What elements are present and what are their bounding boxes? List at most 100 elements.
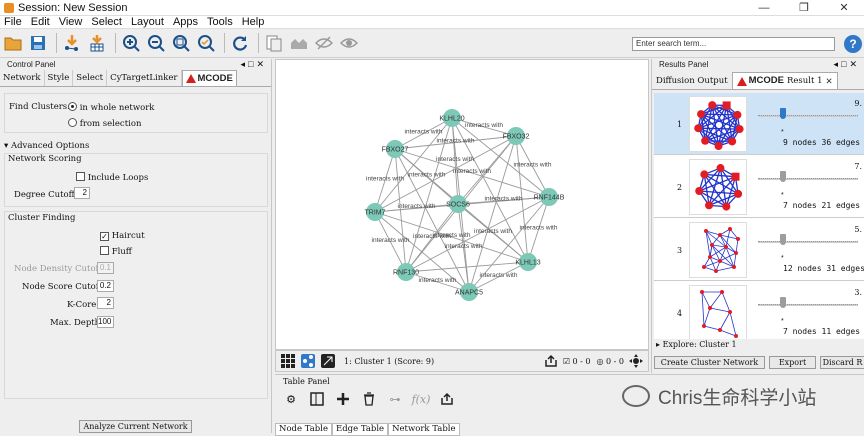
- advanced-options-toggle[interactable]: ▾ Advanced Options: [4, 141, 89, 151]
- tab-node-table[interactable]: Node Table: [275, 423, 332, 436]
- detach-view-icon[interactable]: [320, 353, 336, 369]
- close-result-icon[interactable]: ✕: [826, 72, 833, 90]
- fluff-checkbox-icon[interactable]: [100, 246, 109, 255]
- network-graph[interactable]: interacts withinteracts withinteracts wi…: [276, 60, 650, 351]
- cluster-thumbnail[interactable]: [689, 222, 747, 278]
- create-cluster-network-button[interactable]: Create Cluster Network: [654, 356, 765, 369]
- cluster-row[interactable]: 35.*12 nodes 31 edges: [654, 219, 864, 281]
- cluster-node: [710, 243, 714, 247]
- cluster-node: [728, 310, 732, 314]
- zoom-fit-icon[interactable]: [170, 32, 192, 54]
- menu-edit[interactable]: Edit: [27, 16, 55, 29]
- import-network-icon[interactable]: [61, 32, 83, 54]
- add-column-icon[interactable]: [333, 391, 353, 407]
- search-input[interactable]: Enter search term...: [632, 37, 835, 51]
- kcore-field[interactable]: 2: [97, 297, 114, 309]
- maximize-button[interactable]: ❐: [784, 0, 824, 16]
- zoom-out-icon[interactable]: [145, 32, 167, 54]
- export-button[interactable]: Export: [769, 356, 816, 369]
- node-score-slider[interactable]: [758, 115, 858, 117]
- tab-select[interactable]: Select: [73, 70, 107, 86]
- degree-cutoff-field[interactable]: 2: [74, 187, 90, 199]
- panel-window-icons[interactable]: ◂□✕: [241, 59, 268, 70]
- slider-knob[interactable]: [780, 297, 786, 308]
- cluster-row[interactable]: 43.*7 nodes 11 edges: [654, 282, 864, 339]
- cluster-node: [732, 265, 736, 269]
- wechat-icon: [622, 385, 650, 407]
- minimize-button[interactable]: —: [744, 0, 784, 16]
- grid-view-icon[interactable]: [280, 353, 296, 369]
- menu-layout[interactable]: Layout: [127, 16, 169, 29]
- link-table-icon[interactable]: ⊶: [385, 391, 405, 407]
- tab-cytargetlinker[interactable]: CyTargetLinker: [107, 70, 181, 86]
- tab-mcode[interactable]: MCODE: [182, 70, 237, 86]
- discard-result-button[interactable]: Discard R: [820, 356, 864, 369]
- import-table-icon[interactable]: [86, 32, 108, 54]
- cluster-thumbnail[interactable]: [689, 285, 747, 339]
- fluff-checkbox[interactable]: Fluff: [100, 246, 132, 257]
- zoom-in-icon[interactable]: [120, 32, 142, 54]
- node-score-slider[interactable]: [758, 178, 858, 180]
- menu-tools[interactable]: Tools: [203, 16, 238, 29]
- tab-network-table[interactable]: Network Table: [388, 423, 459, 436]
- network-edge[interactable]: [469, 136, 516, 292]
- hide-selected-icon[interactable]: [313, 32, 335, 54]
- share-view-icon[interactable]: [300, 353, 316, 369]
- cluster-node: [702, 324, 706, 328]
- radio-from-selection[interactable]: from selection: [68, 118, 141, 129]
- save-icon[interactable]: [27, 32, 49, 54]
- include-loops-checkbox[interactable]: Include Loops: [76, 172, 148, 183]
- tab-style[interactable]: Style: [45, 70, 74, 86]
- tab-mcode-result[interactable]: MCODE Result 1 ✕: [732, 72, 838, 89]
- slider-knob[interactable]: [780, 108, 786, 119]
- network-canvas[interactable]: interacts withinteracts withinteracts wi…: [275, 59, 649, 350]
- node-score-field[interactable]: 0.2: [97, 280, 114, 292]
- zoom-selected-icon[interactable]: [195, 32, 217, 54]
- export-table-icon[interactable]: [437, 391, 457, 407]
- include-loops-checkbox-icon[interactable]: [76, 172, 85, 181]
- haircut-checkbox-icon[interactable]: ✓: [100, 232, 109, 241]
- refresh-icon[interactable]: [229, 32, 251, 54]
- show-columns-icon[interactable]: [307, 391, 327, 407]
- tab-network[interactable]: Network: [0, 70, 45, 86]
- cluster-thumbnail[interactable]: [689, 96, 747, 152]
- cluster-row[interactable]: 27.*7 nodes 21 edges: [654, 156, 864, 218]
- results-panel-window-icons[interactable]: ◂□✕: [834, 59, 861, 70]
- menu-apps[interactable]: Apps: [169, 16, 203, 29]
- cluster-thumbnail[interactable]: [689, 159, 747, 215]
- menu-view[interactable]: View: [55, 16, 88, 29]
- explore-toggle[interactable]: ▸ Explore: Cluster 1: [656, 340, 737, 349]
- show-all-icon[interactable]: [338, 32, 360, 54]
- navigator-icon[interactable]: [628, 353, 644, 369]
- cluster-row[interactable]: 19.*9 nodes 36 edges: [654, 93, 864, 155]
- node-score-slider[interactable]: [758, 241, 858, 243]
- node-density-label: Node Density Cutoff:: [14, 264, 104, 274]
- open-folder-icon[interactable]: [2, 32, 24, 54]
- analyze-network-button[interactable]: Analyze Current Network: [79, 420, 192, 433]
- menu-file[interactable]: File: [0, 16, 27, 29]
- seed-star-icon: *: [781, 129, 784, 136]
- help-icon[interactable]: ?: [844, 35, 862, 53]
- settings-gear-icon[interactable]: ⚙: [281, 391, 301, 407]
- max-depth-field[interactable]: 100: [97, 316, 114, 328]
- radio-whole-network[interactable]: in whole network: [68, 102, 154, 113]
- node-density-field[interactable]: 0.1: [97, 262, 114, 274]
- include-loops-label: Include Loops: [88, 173, 149, 183]
- node-label: RNF130: [393, 270, 419, 277]
- radio-whole-network-icon[interactable]: [68, 102, 77, 111]
- menu-help[interactable]: Help: [238, 16, 270, 29]
- slider-knob[interactable]: [780, 171, 786, 182]
- menu-select[interactable]: Select: [87, 16, 127, 29]
- export-view-icon[interactable]: [543, 353, 559, 369]
- new-network-from-selection-icon[interactable]: [263, 32, 285, 54]
- tab-edge-table[interactable]: Edge Table: [332, 423, 388, 436]
- tab-diffusion-output[interactable]: Diffusion Output: [652, 72, 732, 89]
- home-network-icon[interactable]: [288, 32, 310, 54]
- slider-knob[interactable]: [780, 234, 786, 245]
- radio-from-selection-icon[interactable]: [68, 118, 77, 127]
- close-button[interactable]: ✕: [824, 0, 864, 16]
- node-score-slider[interactable]: [758, 304, 858, 306]
- haircut-checkbox[interactable]: ✓ Haircut: [100, 231, 145, 241]
- delete-column-icon[interactable]: [359, 391, 379, 407]
- function-builder-icon[interactable]: f(x): [411, 391, 431, 407]
